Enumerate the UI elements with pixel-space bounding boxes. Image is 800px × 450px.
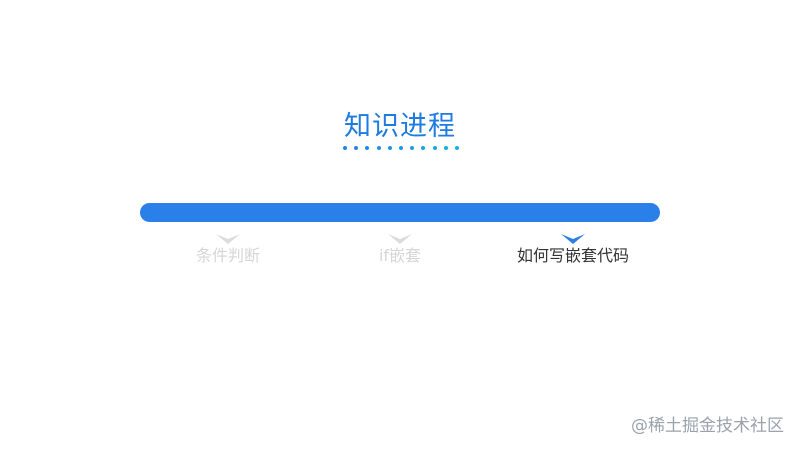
title-underline-dots	[343, 146, 459, 151]
step-label: 条件判断	[195, 246, 260, 265]
underline-dot	[376, 146, 381, 150]
step-2[interactable]: if嵌套	[310, 232, 490, 266]
underline-dot	[432, 146, 437, 150]
step-label: 如何写嵌套代码	[516, 246, 629, 265]
underline-dot	[421, 146, 426, 150]
step-label: if嵌套	[378, 246, 422, 265]
underline-dot	[354, 146, 359, 150]
underline-dot	[343, 146, 347, 150]
underline-dot	[387, 146, 392, 150]
underline-dot	[454, 146, 459, 150]
underline-dot	[443, 146, 448, 150]
progress-bar	[140, 203, 660, 222]
step-3[interactable]: 如何写嵌套代码	[483, 232, 663, 266]
underline-dot	[365, 146, 370, 150]
page-title: 知识进程	[344, 111, 456, 142]
watermark: @稀土掘金技术社区	[631, 416, 784, 436]
underline-dot	[410, 146, 415, 150]
underline-dot	[398, 146, 403, 150]
step-1[interactable]: 条件判断	[138, 232, 318, 266]
